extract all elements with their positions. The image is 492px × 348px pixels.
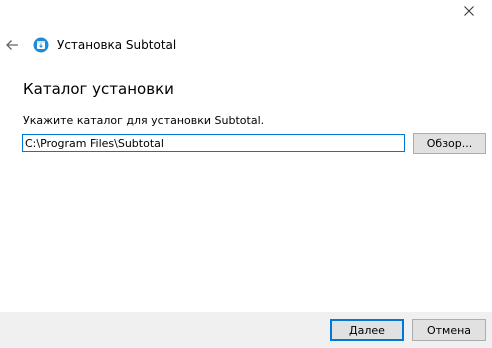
installer-app-icon: [33, 37, 49, 53]
page-heading: Каталог установки: [23, 80, 174, 98]
back-button[interactable]: [2, 30, 22, 60]
title-bar: Установка Subtotal: [0, 30, 492, 60]
close-button[interactable]: [446, 0, 492, 22]
next-button[interactable]: Далее: [330, 319, 404, 341]
close-icon: [464, 6, 474, 16]
cancel-button[interactable]: Отмена: [412, 319, 486, 341]
install-path-input[interactable]: [22, 134, 405, 152]
browse-button[interactable]: Обзор...: [413, 133, 486, 154]
window-title: Установка Subtotal: [57, 38, 177, 52]
back-arrow-icon: [6, 40, 18, 50]
instruction-text: Укажите каталог для установки Subtotal.: [23, 114, 265, 127]
